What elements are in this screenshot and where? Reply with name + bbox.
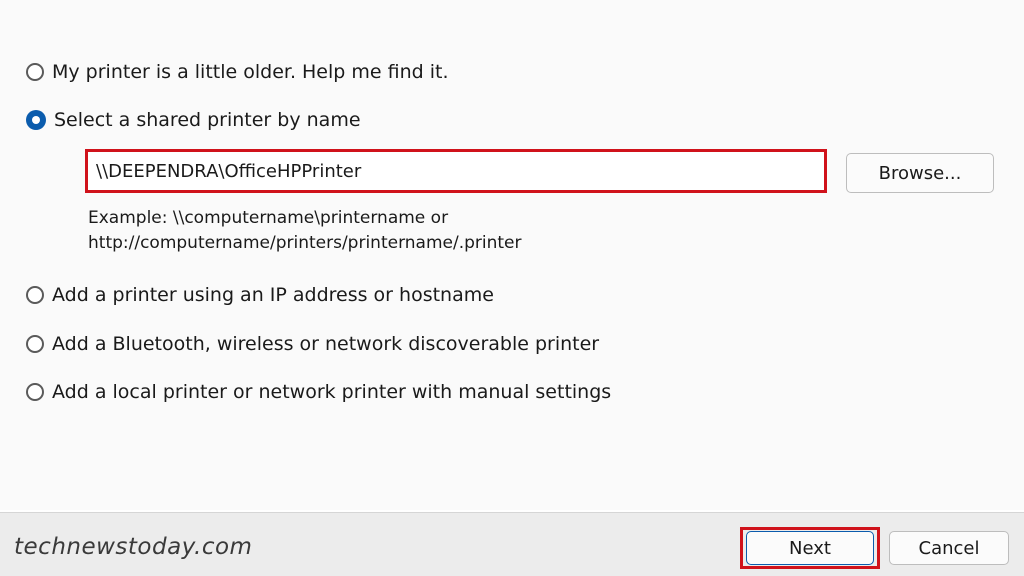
radio-older-printer[interactable] bbox=[26, 63, 44, 81]
shared-printer-input-highlight bbox=[85, 149, 827, 193]
watermark-text: technewstoday.com bbox=[14, 534, 253, 560]
shared-printer-name-input[interactable] bbox=[88, 152, 824, 190]
example-line-2: http://computername/printers/printername… bbox=[88, 233, 522, 253]
option-local-printer[interactable]: Add a local printer or network printer w… bbox=[26, 381, 611, 403]
browse-button[interactable]: Browse... bbox=[846, 153, 994, 193]
next-button[interactable]: Next bbox=[746, 531, 874, 565]
option-ip-address-label: Add a printer using an IP address or hos… bbox=[52, 284, 494, 306]
example-line-1: Example: \\computername\printername or bbox=[88, 208, 449, 228]
option-shared-printer[interactable]: Select a shared printer by name bbox=[26, 109, 361, 131]
add-printer-dialog: My printer is a little older. Help me fi… bbox=[0, 0, 1024, 576]
option-older-printer[interactable]: My printer is a little older. Help me fi… bbox=[26, 61, 449, 83]
radio-local-printer[interactable] bbox=[26, 383, 44, 401]
option-bluetooth-wireless-label: Add a Bluetooth, wireless or network dis… bbox=[52, 333, 600, 355]
option-bluetooth-wireless[interactable]: Add a Bluetooth, wireless or network dis… bbox=[26, 333, 599, 355]
radio-shared-printer[interactable] bbox=[26, 110, 46, 130]
dialog-content: My printer is a little older. Help me fi… bbox=[0, 0, 1024, 510]
cancel-button[interactable]: Cancel bbox=[889, 531, 1009, 565]
radio-ip-address[interactable] bbox=[26, 286, 44, 304]
example-text: Example: \\computername\printername or h… bbox=[88, 206, 522, 256]
option-shared-printer-label: Select a shared printer by name bbox=[54, 109, 361, 131]
option-ip-address[interactable]: Add a printer using an IP address or hos… bbox=[26, 284, 494, 306]
radio-bluetooth-wireless[interactable] bbox=[26, 335, 44, 353]
option-older-printer-label: My printer is a little older. Help me fi… bbox=[52, 61, 449, 83]
option-local-printer-label: Add a local printer or network printer w… bbox=[52, 381, 612, 403]
